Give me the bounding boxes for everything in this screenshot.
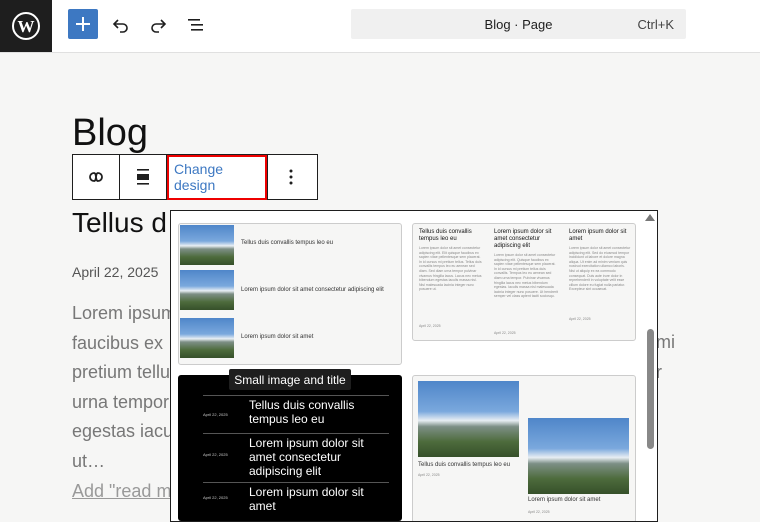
card-list-item: April 22, 2025 Tellus duis convallis tem… [203, 395, 389, 434]
undo-icon [112, 19, 128, 33]
card-post-title: Lorem ipsum dolor sit amet [528, 497, 601, 503]
post-date: April 22, 2025 [72, 264, 159, 280]
card-post-title: Lorem ipsum dolor sit amet consectetur a… [494, 229, 552, 249]
card-post-title: Tellus duis convallis tempus leo eu [241, 240, 334, 246]
wordpress-logo-icon: W [12, 12, 40, 40]
card-post-date: April 22, 2025 [203, 412, 228, 417]
card-post-excerpt: Lorem ipsum dolor sit amet consectetur a… [494, 253, 558, 299]
card-post-title: Lorem ipsum dolor sit amet [569, 229, 627, 242]
align-button[interactable] [120, 155, 167, 199]
svg-text:W: W [18, 17, 35, 36]
card-list-item: April 22, 2025 Lorem ipsum dolor sit ame… [203, 433, 389, 482]
command-shortcut: Ctrl+K [637, 17, 674, 32]
editor-top-bar: W Blog · Page Ctrl+K [0, 0, 760, 53]
card-post-date: April 22, 2025 [418, 473, 440, 477]
link-icon [89, 172, 103, 182]
card-post-date: April 22, 2025 [528, 510, 550, 514]
design-option-card[interactable]: Tellus duis convallis tempus leo eu Lore… [412, 223, 636, 341]
more-options-button[interactable] [268, 155, 314, 199]
post-image [418, 381, 519, 457]
change-design-label: Change design [167, 154, 267, 200]
card-post-title: Tellus duis convallis tempus leo eu [419, 229, 472, 242]
card-post-title: Tellus duis convallis tempus leo eu [418, 462, 511, 468]
wordpress-logo-button[interactable]: W [0, 0, 52, 52]
block-toolbar: Change design [72, 154, 318, 200]
redo-button[interactable] [146, 13, 170, 37]
card-post-excerpt: Lorem ipsum dolor sit amet consectetur a… [569, 246, 631, 292]
card-post-date: April 22, 2025 [569, 317, 591, 321]
card-post-title: Lorem ipsum dolor sit amet [249, 485, 364, 513]
popover-scrollbar[interactable] [647, 329, 654, 449]
block-type-button[interactable] [73, 155, 120, 199]
add-block-button[interactable] [68, 9, 98, 39]
post-heading[interactable]: Tellus d [72, 207, 167, 239]
card-post-title: Lorem ipsum dolor sit amet consectetur a… [241, 287, 384, 293]
post-thumbnail [180, 225, 234, 265]
redo-icon [151, 19, 167, 33]
design-tooltip: Small image and title [229, 369, 351, 390]
post-thumbnail [180, 270, 234, 310]
scroll-up-arrow-icon[interactable] [645, 214, 655, 221]
more-vertical-icon [289, 169, 293, 185]
post-image [528, 418, 629, 494]
change-design-popover: Tellus duis convallis tempus leo eu Lore… [170, 210, 658, 522]
document-overview-icon [188, 19, 203, 31]
card-list-item: April 22, 2025 Lorem ipsum dolor sit ame… [203, 482, 389, 519]
read-more-link[interactable]: Add "read m [72, 481, 171, 502]
post-thumbnail [180, 318, 234, 358]
excerpt-right-fragment: mi r [656, 328, 675, 387]
design-option-card[interactable]: Tellus duis convallis tempus leo eu Lore… [178, 223, 402, 365]
page-title[interactable]: Blog [72, 114, 148, 152]
card-post-title: Lorem ipsum dolor sit amet [241, 334, 314, 340]
plus-icon [76, 17, 90, 31]
change-design-button[interactable]: Change design [167, 154, 268, 200]
command-palette-bar[interactable]: Blog · Page Ctrl+K [351, 9, 686, 39]
card-post-date: April 22, 2025 [203, 452, 228, 457]
design-option-card-small-image-and-title[interactable]: April 22, 2025 Tellus duis convallis tem… [178, 375, 402, 521]
excerpt-right-line: mi [656, 332, 675, 352]
card-post-title: Tellus duis convallis tempus leo eu [249, 398, 355, 426]
document-title: Blog · Page [484, 17, 553, 32]
card-post-date: April 22, 2025 [419, 324, 441, 328]
card-post-date: April 22, 2025 [494, 331, 516, 335]
undo-button[interactable] [109, 13, 133, 37]
card-post-date: April 22, 2025 [203, 495, 228, 500]
document-overview-button[interactable] [184, 13, 208, 37]
card-post-title: Lorem ipsum dolor sit amet consectetur a… [249, 436, 364, 478]
align-icon [137, 169, 149, 185]
card-post-excerpt: Lorem ipsum dolor sit amet consectetur a… [419, 246, 482, 292]
excerpt-right-line: r [656, 361, 662, 382]
design-option-card[interactable]: Tellus duis convallis tempus leo eu Apri… [412, 375, 636, 521]
